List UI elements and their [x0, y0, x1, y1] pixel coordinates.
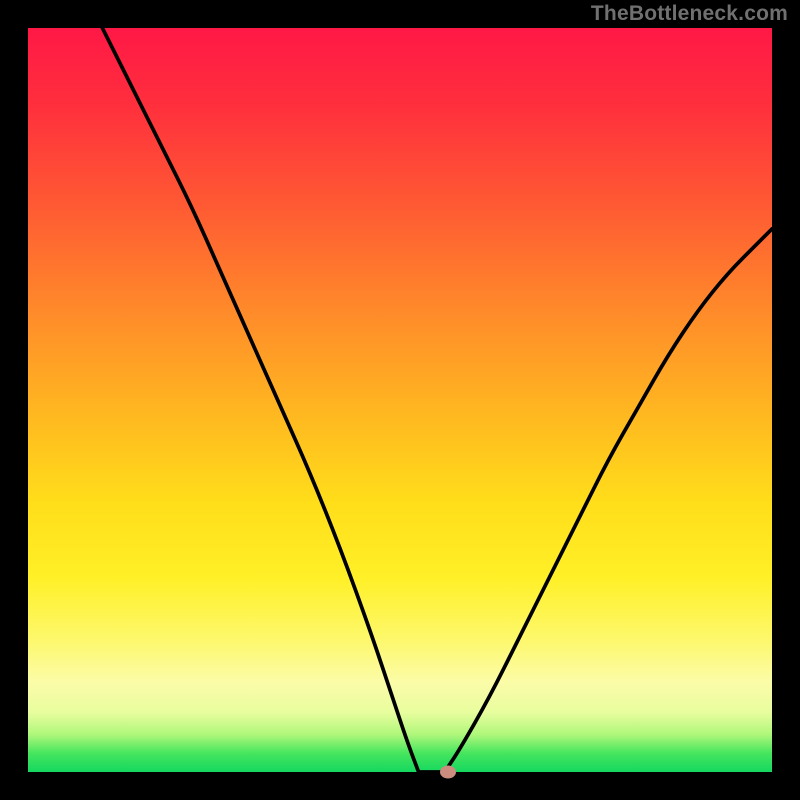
watermark-text: TheBottleneck.com [591, 2, 788, 26]
chart-frame: TheBottleneck.com [0, 0, 800, 800]
chart-plot-area [28, 28, 772, 772]
minimum-marker-dot [440, 766, 456, 779]
bottleneck-curve [28, 28, 772, 772]
curve-path [102, 28, 772, 772]
